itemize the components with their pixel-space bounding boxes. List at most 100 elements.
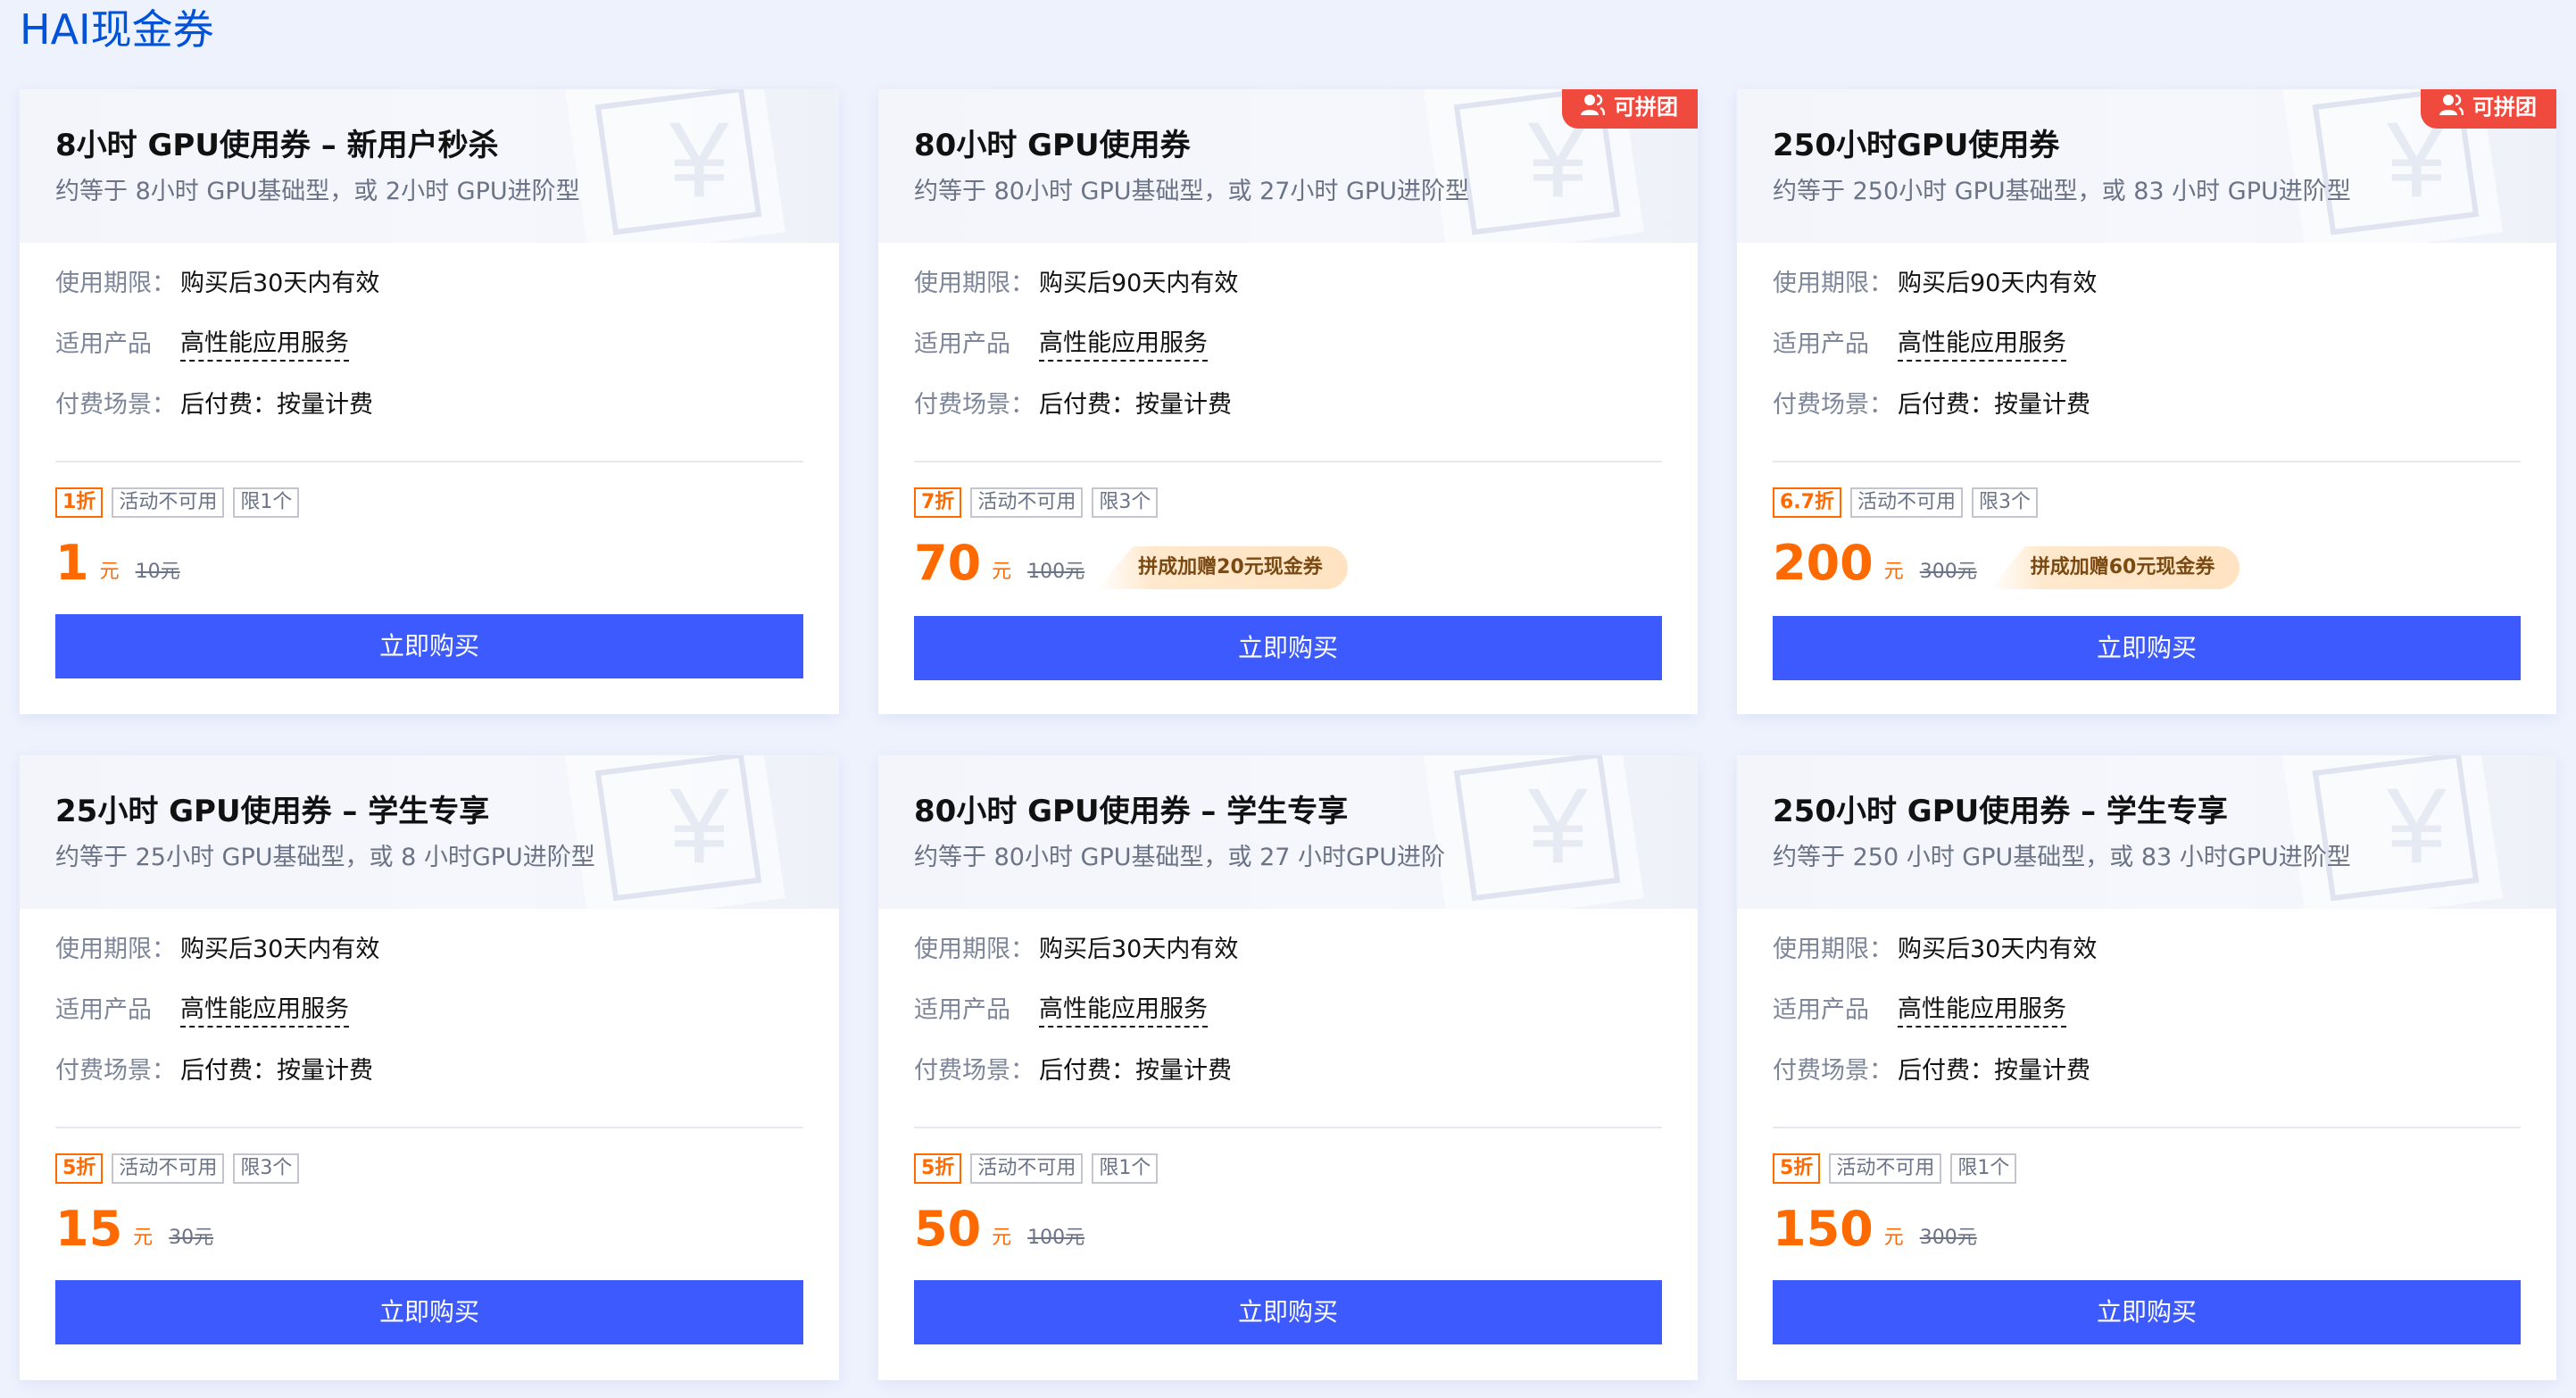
product-link[interactable]: 高性能应用服务	[1898, 328, 2066, 362]
voucher-card: ¥ 80小时 GPU使用券 – 学生专享 约等于 80小时 GPU基础型，或 2…	[878, 755, 1698, 1380]
voucher-grid: ¥ 8小时 GPU使用券 – 新用户秒杀 约等于 8小时 GPU基础型，或 2小…	[20, 89, 2556, 1398]
buy-button[interactable]: 立即购买	[55, 614, 803, 678]
validity-row: 使用期限： 购买后90天内有效	[1773, 266, 2097, 302]
badge-list: 6.7折 活动不可用 限3个	[1773, 487, 2038, 518]
validity-value: 购买后30天内有效	[180, 270, 380, 297]
activity-badge: 活动不可用	[1829, 1153, 1942, 1184]
divider	[55, 461, 803, 462]
validity-label: 使用期限：	[1773, 936, 1893, 963]
buy-button[interactable]: 立即购买	[1773, 616, 2521, 680]
badge-list: 5折 活动不可用 限3个	[55, 1153, 300, 1184]
svg-text:¥: ¥	[1527, 766, 1588, 886]
limit-badge: 限1个	[233, 487, 300, 518]
payment-value: 后付费：按量计费	[1039, 1057, 1232, 1085]
validity-row: 使用期限： 购买后90天内有效	[914, 266, 1238, 302]
discount-badge: 5折	[914, 1153, 962, 1184]
price-row: 1 元 10元	[55, 534, 180, 591]
voucher-card: ¥ 80小时 GPU使用券 约等于 80小时 GPU基础型，或 27小时 GPU…	[878, 89, 1698, 714]
price-unit: 元	[133, 1227, 154, 1249]
product-link[interactable]: 高性能应用服务	[1898, 994, 2066, 1028]
payment-label: 付费场景：	[55, 1057, 176, 1085]
users-icon	[2439, 94, 2464, 116]
price-value: 15	[55, 1201, 123, 1257]
product-label: 适用产品	[1773, 330, 1869, 358]
buy-button[interactable]: 立即购买	[55, 1280, 803, 1344]
group-buy-label: 可拼团	[2472, 94, 2537, 120]
payment-label: 付费场景：	[914, 391, 1035, 419]
product-row: 适用产品 高性能应用服务	[914, 993, 1208, 1028]
payment-row: 付费场景： 后付费：按量计费	[1773, 387, 2090, 423]
discount-badge: 5折	[55, 1153, 104, 1184]
group-bonus-ribbon: 拼成加赠60元现金券	[1989, 546, 2240, 589]
coupon-decoration-icon: ¥	[564, 755, 785, 909]
payment-value: 后付费：按量计费	[180, 1057, 373, 1085]
price-row: 150 元 300元	[1773, 1200, 1977, 1257]
price-value: 1	[55, 535, 89, 591]
validity-row: 使用期限： 购买后30天内有效	[55, 932, 379, 968]
product-link[interactable]: 高性能应用服务	[180, 994, 349, 1028]
limit-badge: 限3个	[233, 1153, 300, 1184]
card-subtitle: 约等于 250小时 GPU基础型，或 83 小时 GPU进阶型	[1773, 178, 2351, 205]
card-title: 25小时 GPU使用券 – 学生专享	[55, 794, 490, 829]
product-label: 适用产品	[1773, 996, 1869, 1024]
badge-list: 7折 活动不可用 限3个	[914, 487, 1159, 518]
original-price: 10元	[135, 561, 180, 583]
card-title: 250小时GPU使用券	[1773, 128, 2060, 163]
product-link[interactable]: 高性能应用服务	[180, 328, 349, 362]
badge-list: 5折 活动不可用 限1个	[1773, 1153, 2017, 1184]
limit-badge: 限3个	[1092, 487, 1159, 518]
page-title: HAI现金券	[20, 5, 214, 54]
price-value: 50	[914, 1201, 982, 1257]
card-subtitle: 约等于 80小时 GPU基础型，或 27小时 GPU进阶型	[914, 178, 1469, 205]
coupon-decoration-icon: ¥	[2281, 755, 2503, 909]
limit-badge: 限1个	[1092, 1153, 1159, 1184]
activity-badge: 活动不可用	[112, 1153, 225, 1184]
validity-value: 购买后90天内有效	[1039, 270, 1239, 297]
price-unit: 元	[992, 561, 1012, 583]
price-value: 150	[1773, 1201, 1874, 1257]
discount-badge: 7折	[914, 487, 962, 518]
discount-badge: 6.7折	[1773, 487, 1841, 518]
price-row: 70 元 100元 拼成加赠20元现金券	[914, 534, 1348, 591]
validity-label: 使用期限：	[914, 270, 1035, 297]
card-header: ¥ 250小时 GPU使用券 – 学生专享 约等于 250 小时 GPU基础型，…	[1737, 755, 2556, 909]
price-value: 200	[1773, 535, 1874, 591]
group-bonus-ribbon: 拼成加赠20元现金券	[1097, 546, 1348, 589]
price-value: 70	[914, 535, 982, 591]
activity-badge: 活动不可用	[970, 487, 1084, 518]
card-subtitle: 约等于 80小时 GPU基础型，或 27 小时GPU进阶	[914, 844, 1445, 871]
group-buy-label: 可拼团	[1614, 94, 1678, 120]
product-link[interactable]: 高性能应用服务	[1039, 328, 1208, 362]
activity-badge: 活动不可用	[970, 1153, 1084, 1184]
card-subtitle: 约等于 8小时 GPU基础型，或 2小时 GPU进阶型	[55, 178, 580, 205]
original-price: 30元	[169, 1227, 214, 1249]
svg-text:¥: ¥	[669, 766, 729, 886]
product-link[interactable]: 高性能应用服务	[1039, 994, 1208, 1028]
payment-row: 付费场景： 后付费：按量计费	[914, 387, 1232, 423]
payment-label: 付费场景：	[55, 391, 176, 419]
validity-value: 购买后30天内有效	[180, 936, 380, 963]
group-buy-tag: 可拼团	[1562, 89, 1698, 129]
card-title: 80小时 GPU使用券	[914, 128, 1191, 163]
buy-button[interactable]: 立即购买	[914, 1280, 1662, 1344]
users-icon	[1581, 94, 1605, 116]
voucher-card: ¥ 250小时 GPU使用券 – 学生专享 约等于 250 小时 GPU基础型，…	[1737, 755, 2556, 1380]
card-header: ¥ 80小时 GPU使用券 – 学生专享 约等于 80小时 GPU基础型，或 2…	[878, 755, 1698, 909]
payment-value: 后付费：按量计费	[1039, 391, 1232, 419]
voucher-card: ¥ 25小时 GPU使用券 – 学生专享 约等于 25小时 GPU基础型，或 8…	[20, 755, 839, 1380]
divider	[914, 1127, 1662, 1128]
buy-button[interactable]: 立即购买	[1773, 1280, 2521, 1344]
limit-badge: 限3个	[1972, 487, 2038, 518]
price-row: 15 元 30元	[55, 1200, 213, 1257]
original-price: 300元	[1919, 1227, 1977, 1249]
card-title: 250小时 GPU使用券 – 学生专享	[1773, 794, 2228, 829]
validity-value: 购买后30天内有效	[1898, 936, 2098, 963]
payment-row: 付费场景： 后付费：按量计费	[55, 387, 373, 423]
validity-row: 使用期限： 购买后30天内有效	[55, 266, 379, 302]
badge-list: 1折 活动不可用 限1个	[55, 487, 300, 518]
buy-button[interactable]: 立即购买	[914, 616, 1662, 680]
product-label: 适用产品	[914, 330, 1010, 358]
product-row: 适用产品 高性能应用服务	[55, 327, 349, 362]
payment-label: 付费场景：	[1773, 391, 1893, 419]
divider	[55, 1127, 803, 1128]
